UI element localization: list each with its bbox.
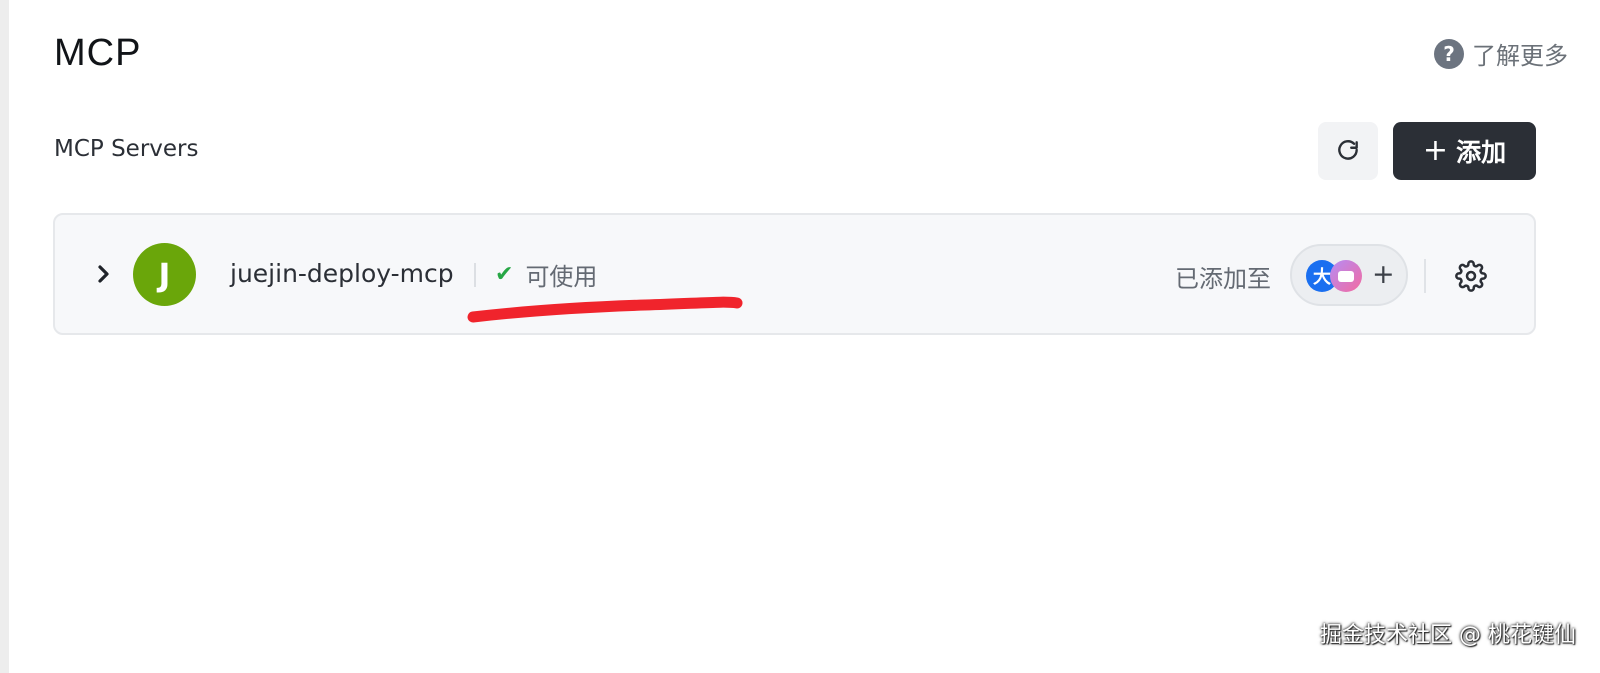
server-name: juejin-deploy-mcp [230,259,454,288]
status-badge: ✔ 可使用 [495,257,597,292]
client-selector[interactable]: 大 + [1290,244,1408,306]
red-annotation-underline [467,296,743,323]
learn-more-label: 了解更多 [1472,42,1568,70]
add-server-button[interactable]: + 添加 [1393,122,1536,180]
section-title: MCP Servers [54,136,199,162]
client-chat-icon [1330,260,1362,292]
chevron-right-icon[interactable] [93,259,115,289]
mcp-page: MCP ? 了解更多 MCP Servers + 添加 J juejin-dep… [0,0,1600,673]
learn-more-link[interactable]: ? 了解更多 [1434,36,1568,71]
server-card: J juejin-deploy-mcp ✔ 可使用 已添加至 大 + [53,213,1536,335]
added-to-label: 已添加至 [1175,265,1271,293]
refresh-icon [1338,140,1358,160]
refresh-button[interactable] [1318,122,1378,180]
page-title: MCP [54,32,142,74]
check-icon: ✔ [495,262,514,287]
plus-icon: + [1422,133,1449,168]
help-icon: ? [1434,38,1464,69]
server-avatar: J [133,243,196,306]
add-button-label: 添加 [1456,138,1507,167]
watermark: 掘金技术社区 @ 桃花键仙 [1320,623,1576,648]
add-client-icon: + [1372,259,1395,290]
divider [1424,259,1426,293]
gear-icon[interactable] [1455,260,1487,292]
divider [474,263,476,287]
status-label: 可使用 [525,263,598,291]
